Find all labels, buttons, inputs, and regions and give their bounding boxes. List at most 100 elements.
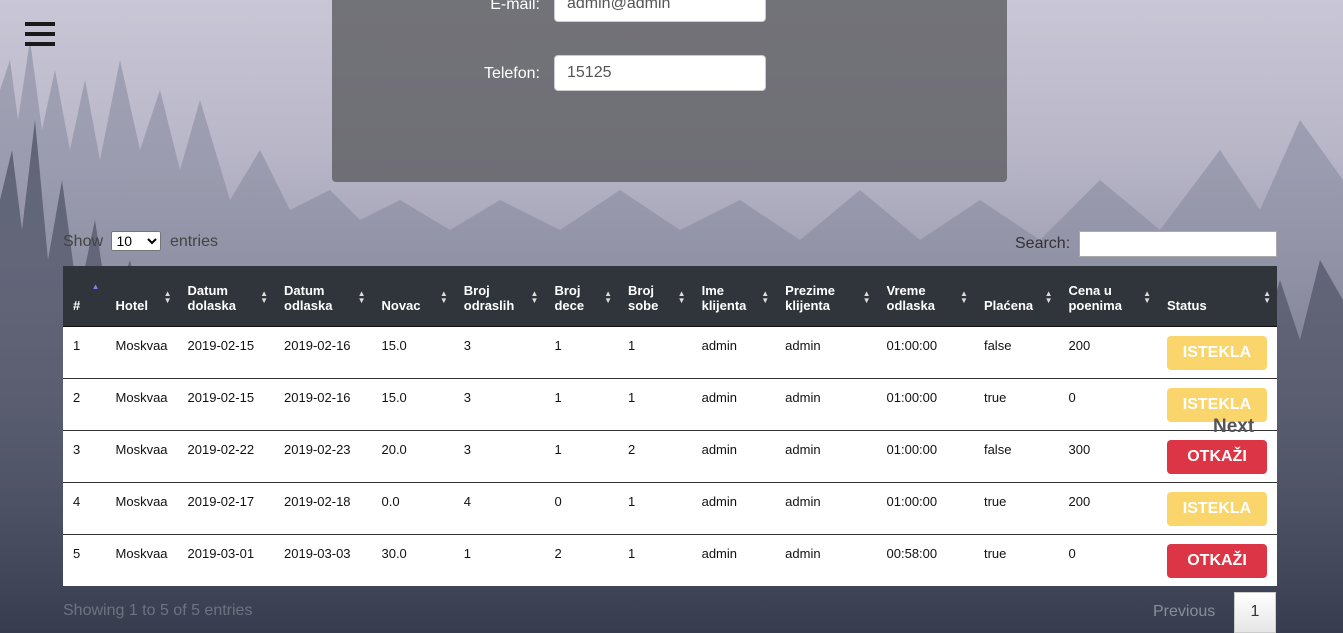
col-header-status[interactable]: Status ▲ ▼ [1157,266,1277,327]
phone-field[interactable] [554,55,766,91]
cell-money: 20.0 [371,429,454,482]
cell-money: 30.0 [371,533,454,586]
page-length-control: Show 10 entries [63,231,218,251]
table-info: Showing 1 to 5 of 5 entries [63,602,253,619]
cell-first: admin [691,429,776,482]
table-row: 2 Moskvaa 2019-02-15 2019-02-16 15.0 3 1 1 admin… [63,377,1277,430]
col-header-departure[interactable]: Datum odlaska ▲ ▼ [274,266,372,327]
cell-last: admin [775,481,877,534]
cell-id: 3 [63,429,106,482]
cell-hotel: Moskvaa [105,377,178,430]
cell-hotel: Moskvaa [105,533,178,586]
cell-departure: 2019-02-18 [274,481,372,534]
table-row: 4 Moskvaa 2019-02-17 2019-02-18 0.0 4 0 1 admin a… [63,481,1277,534]
cell-arrival: 2019-02-17 [177,481,275,534]
cell-status: ISTEKLA [1157,326,1277,378]
cell-hotel: Moskvaa [105,429,178,482]
cell-money: 15.0 [371,377,454,430]
sort-asc-icon: ▲ [91,281,100,291]
cell-points: 200 [1068,337,1091,353]
cell-first: admin [691,533,776,586]
col-header-money[interactable]: Novac ▲ ▼ [371,266,454,327]
cell-arrival: 2019-02-15 [187,337,255,353]
reservations-table: # ▲ Hotel ▲ ▼ Datum dolaska ▲ ▼ Datum odlaska… [63,266,1277,586]
cell-arrival: 2019-03-01 [177,533,275,586]
cell-kids: 2 [544,533,619,586]
cell-time: 01:00:00 [876,481,974,534]
next-page-link[interactable]: Next [1213,416,1254,438]
cell-last: admin [785,337,821,353]
cell-arrival: 2019-02-22 [177,429,275,482]
show-label: Show [63,233,104,250]
cell-points: 200 [1058,481,1157,534]
sort-arrows-icon: ▲ ▼ [1143,288,1151,305]
cell-room: 1 [628,337,636,353]
cell-kids: 1 [554,337,562,353]
cell-kids: 0 [544,481,619,534]
cell-adults: 3 [453,377,545,430]
expired-button[interactable]: ISTEKLA [1167,491,1267,526]
cell-paid: false [983,337,1012,353]
cell-points: 0 [1058,377,1157,430]
previous-page-link[interactable]: Previous [1153,603,1215,621]
cell-kids: 1 [544,429,619,482]
entries-label: entries [169,233,218,250]
cell-time: 01:00:00 [876,429,974,482]
cell-time: 01:00:00 [886,337,938,353]
cell-room: 1 [618,377,692,430]
cancel-button[interactable]: OTKAŽI [1167,543,1267,578]
col-header-room[interactable]: Broj sobe ▲ ▼ [618,266,692,327]
expired-button[interactable]: ISTEKLA [1167,335,1267,370]
cancel-button[interactable]: OTKAŽI [1167,439,1267,474]
hamburger-icon[interactable] [25,22,55,48]
cell-paid: true [973,481,1059,534]
cell-first: admin [701,337,738,353]
table-row: 3 Moskvaa 2019-02-22 2019-02-23 20.0 3 1 2 admin… [63,429,1277,482]
cell-first: admin [691,377,776,430]
cell-paid: true [973,533,1059,586]
sort-arrows-icon: ▲ ▼ [439,288,448,305]
sort-arrows-icon: ▲ ▼ [604,288,613,305]
col-header-arrival[interactable]: Datum dolaska ▲ ▼ [177,266,275,327]
col-header-kids[interactable]: Broj dece ▲ ▼ [544,266,619,327]
sort-arrows-icon: ▲ ▼ [1044,288,1053,305]
col-header-last-name[interactable]: Prezime klijenta ▲ ▼ [775,266,877,327]
cell-adults: 3 [463,337,471,353]
col-header-hotel[interactable]: Hotel ▲ ▼ [105,266,178,327]
cell-time: 00:58:00 [876,533,974,586]
cell-last: admin [775,429,877,482]
page-length-select[interactable]: 10 [111,231,162,251]
col-header-first-name[interactable]: Ime klijenta ▲ ▼ [691,266,776,327]
cell-points: 300 [1058,429,1157,482]
email-field[interactable] [554,0,766,22]
cell-arrival: 2019-02-15 [177,377,275,430]
cell-last: admin [775,533,877,586]
cell-id: 4 [63,481,106,534]
cell-room: 2 [618,429,692,482]
cell-time: 01:00:00 [876,377,974,430]
page-1-button[interactable]: 1 [1234,592,1276,633]
col-header-id[interactable]: # ▲ [63,266,106,327]
cell-points: 0 [1058,533,1157,586]
phone-label: Telefon: [483,65,540,82]
table-row: 1 Moskvaa 2019-02-15 2019-02-16 15.0 3 1 1 admin… [63,326,1277,378]
cell-paid: true [973,377,1059,430]
cell-kids: 1 [544,377,619,430]
cell-adults: 1 [453,533,545,586]
col-header-adults[interactable]: Broj odraslih ▲ ▼ [453,266,545,327]
sort-arrows-icon: ▲ ▼ [530,288,539,305]
col-header-paid[interactable]: Plaćena ▲ ▼ [973,266,1059,327]
sort-arrows-icon: ▲ ▼ [357,288,366,305]
search-input[interactable] [1079,231,1278,257]
email-label: E-mail: [490,0,540,13]
col-header-points[interactable]: Cena u poenima ▲ ▼ [1058,266,1157,327]
cell-id: 5 [63,533,106,586]
cell-departure: 2019-02-23 [274,429,372,482]
cell-adults: 4 [453,481,545,534]
sort-arrows-icon: ▲ ▼ [677,288,686,305]
sort-arrows-icon: ▲ ▼ [960,288,968,305]
col-header-departure-time[interactable]: Vreme odlaska ▲ ▼ [876,266,974,327]
cell-room: 1 [618,481,692,534]
cell-status: ISTEKLA [1157,481,1277,534]
cell-money: 15.0 [381,337,407,353]
